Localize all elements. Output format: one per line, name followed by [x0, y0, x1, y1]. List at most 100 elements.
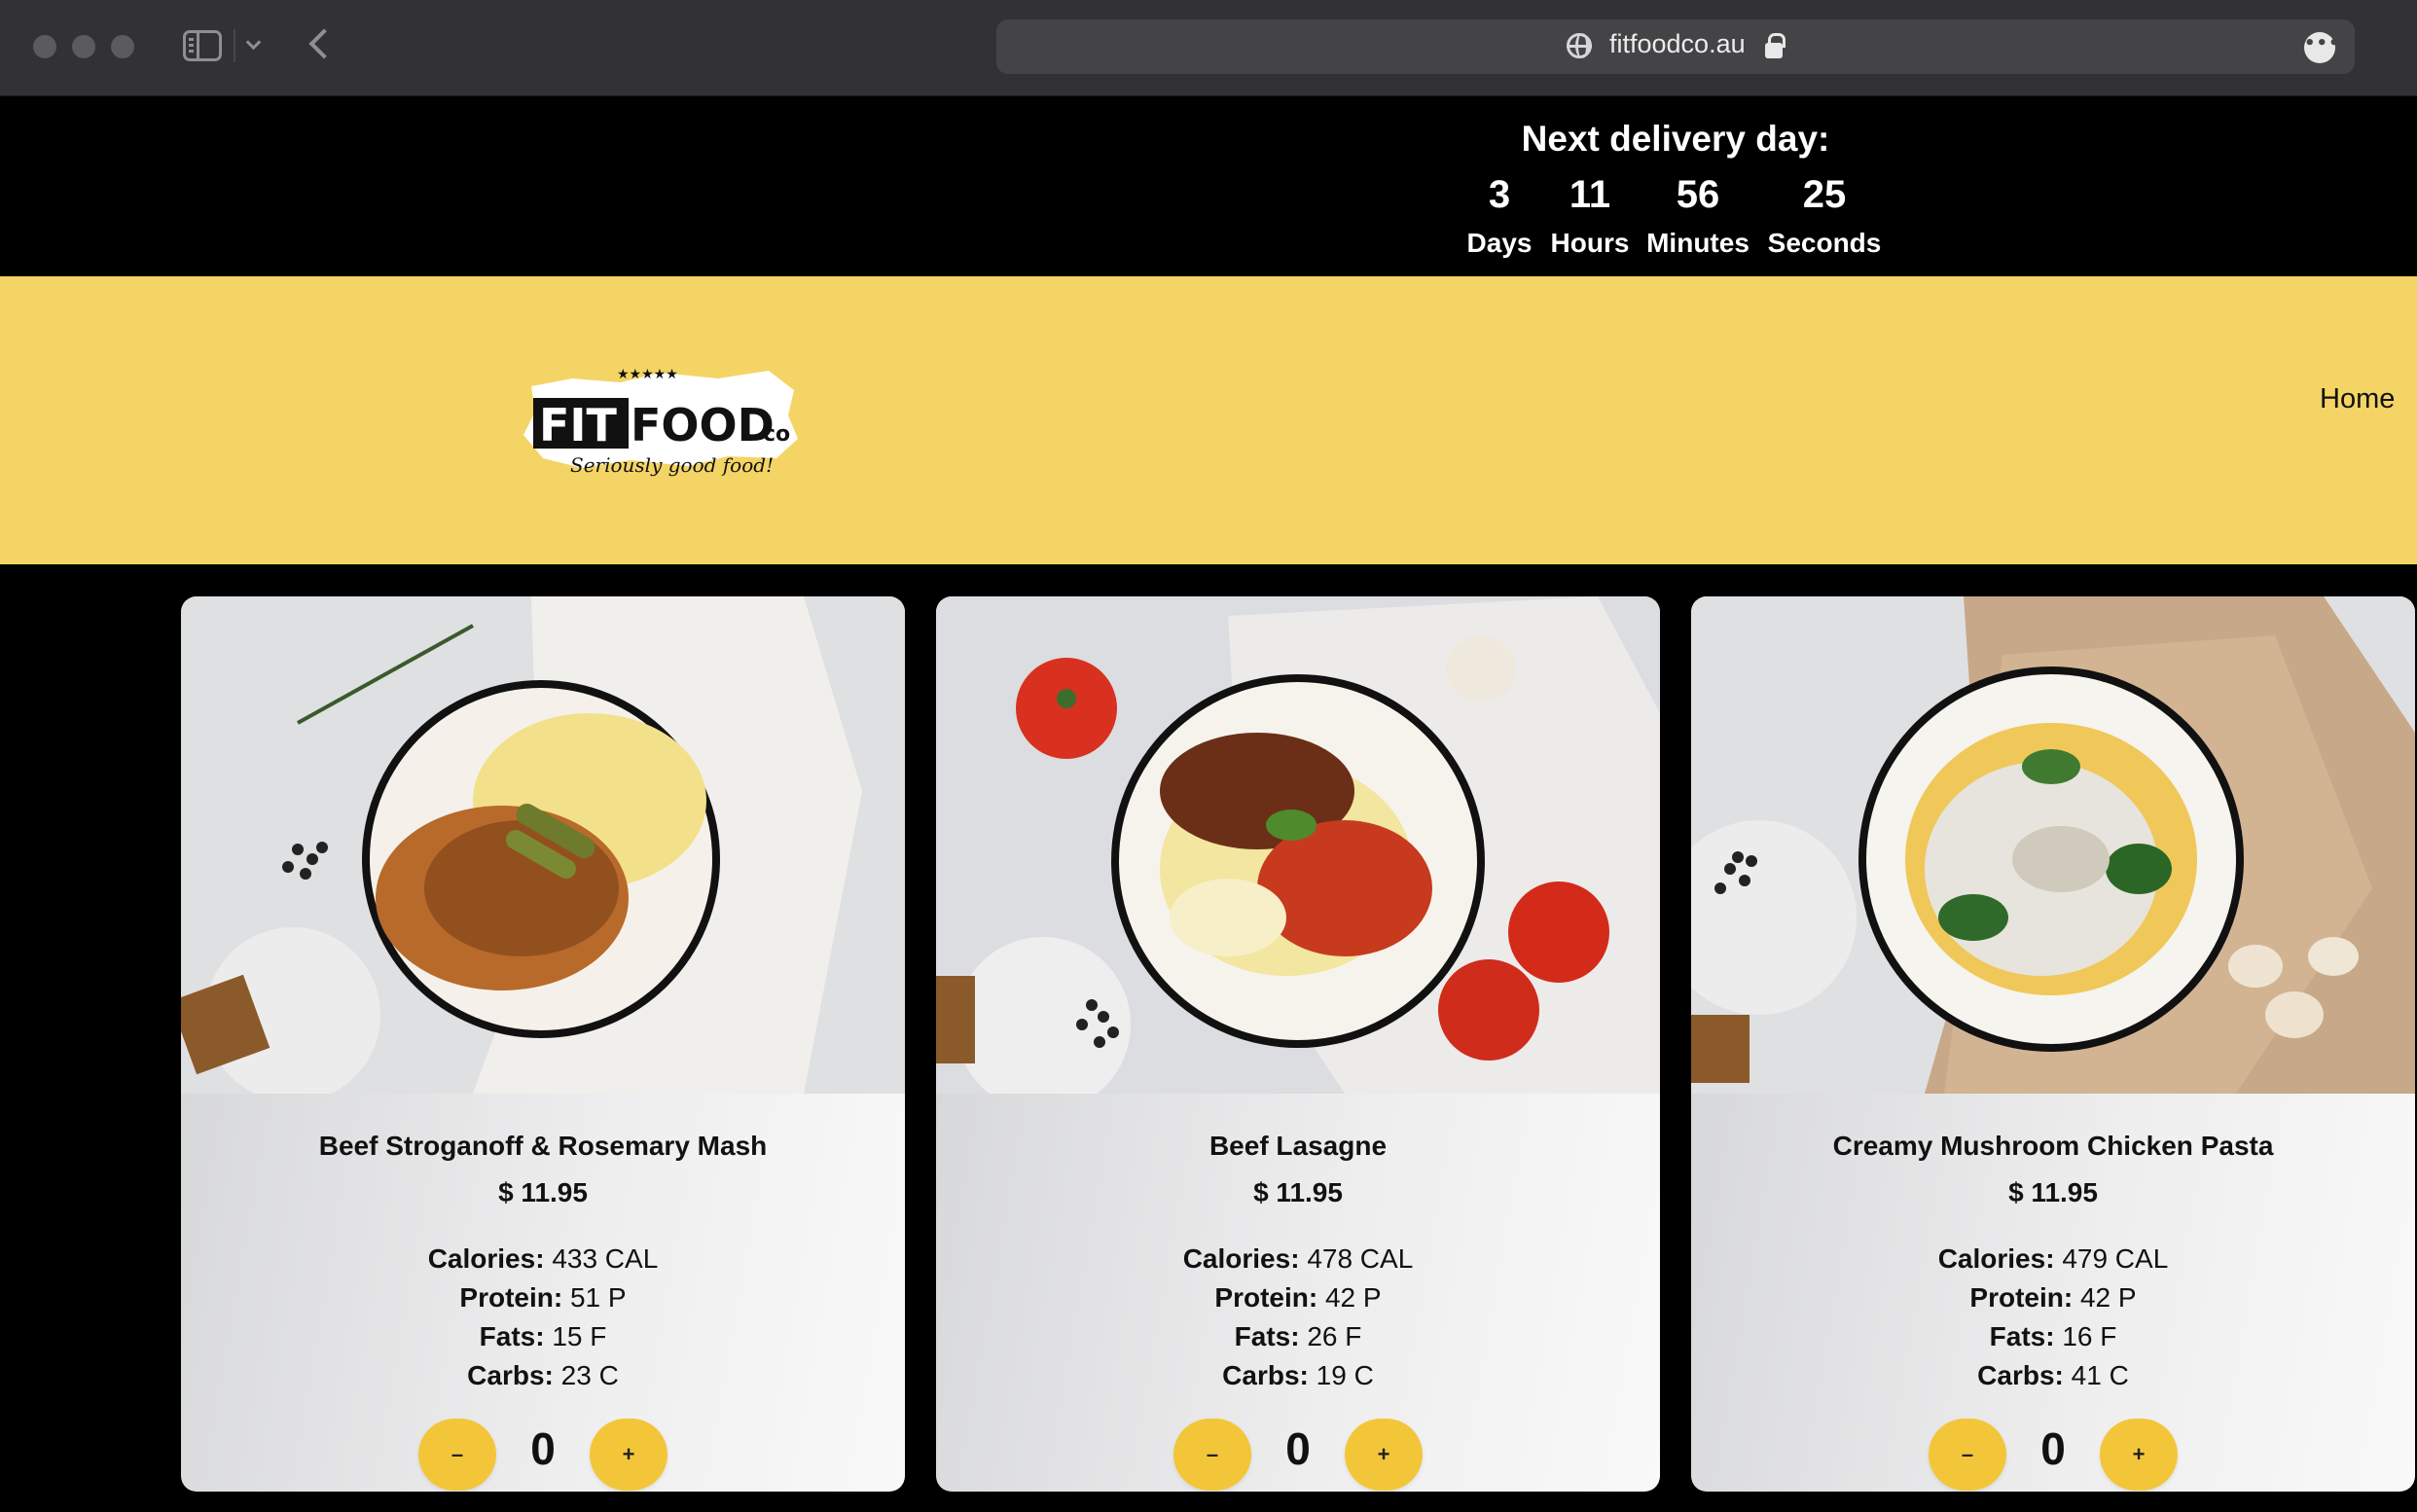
calories-value: 478 CAL [1307, 1243, 1414, 1274]
logo-co-text: co [763, 422, 790, 447]
carbs-label: Carbs: [1222, 1360, 1309, 1390]
fats-label: Fats: [1989, 1321, 2055, 1351]
countdown-minutes-label: Minutes [1646, 228, 1750, 258]
carbs-value: 41 C [2071, 1360, 2129, 1390]
minimize-window-button[interactable] [72, 35, 95, 58]
product-card: Beef Lasagne $ 11.95 Calories: 478 CAL P… [936, 596, 1660, 1492]
protein-label: Protein: [1969, 1282, 2074, 1313]
nutrition-list: Calories: 433 CAL Protein: 51 P Fats: 15… [181, 1240, 905, 1395]
sidebar-toggle-icon[interactable] [183, 30, 222, 61]
protein-row: Protein: 42 P [1691, 1278, 2415, 1317]
countdown-minutes: 56 Minutes [1641, 167, 1755, 263]
fats-value: 26 F [1307, 1321, 1362, 1351]
nutrition-list: Calories: 478 CAL Protein: 42 P Fats: 26… [936, 1240, 1660, 1395]
fats-row: Fats: 16 F [1691, 1317, 2415, 1356]
fats-value: 16 F [2062, 1321, 2117, 1351]
zoom-window-button[interactable] [111, 35, 134, 58]
protein-row: Protein: 51 P [181, 1278, 905, 1317]
countdown-days: 3 Days [1463, 167, 1535, 263]
product-price: $ 11.95 [1253, 1177, 1343, 1207]
calories-row: Calories: 478 CAL [936, 1240, 1660, 1278]
nav-home-link[interactable]: Home [2320, 383, 2395, 415]
countdown-seconds: 25 Seconds [1761, 167, 1888, 263]
product-info: Beef Lasagne $ 11.95 Calories: 478 CAL P… [936, 1094, 1660, 1492]
calories-row: Calories: 479 CAL [1691, 1240, 2415, 1278]
carbs-row: Carbs: 23 C [181, 1356, 905, 1395]
logo-tagline: Seriously good food! [570, 453, 774, 477]
lock-icon [1765, 33, 1786, 58]
globe-icon [1567, 33, 1592, 58]
product-card: Beef Stroganoff & Rosemary Mash $ 11.95 … [181, 596, 905, 1492]
calories-value: 433 CAL [552, 1243, 659, 1274]
product-info: Creamy Mushroom Chicken Pasta $ 11.95 Ca… [1691, 1094, 2415, 1492]
calories-label: Calories: [1937, 1243, 2055, 1274]
calories-label: Calories: [1182, 1243, 1300, 1274]
logo-food-text: FOOD [631, 399, 775, 451]
countdown-minutes-value: 56 [1676, 173, 1720, 216]
countdown-hours-value: 11 [1569, 173, 1611, 216]
fitfoodco-logo[interactable]: ★★★★★ FIT FOOD co Seriously good food! [514, 357, 806, 484]
countdown-days-value: 3 [1488, 173, 1511, 216]
countdown-seconds-label: Seconds [1767, 228, 1882, 258]
toolbar-divider [234, 29, 235, 62]
quantity-stepper: – 0 + [181, 1419, 905, 1491]
calories-label: Calories: [427, 1243, 545, 1274]
product-grid: Beef Stroganoff & Rosemary Mash $ 11.95 … [0, 564, 2417, 1512]
fats-row: Fats: 26 F [936, 1317, 1660, 1356]
nutrition-list: Calories: 479 CAL Protein: 42 P Fats: 16… [1691, 1240, 2415, 1395]
countdown-seconds-value: 25 [1802, 173, 1847, 216]
fats-label: Fats: [1234, 1321, 1300, 1351]
fats-row: Fats: 15 F [181, 1317, 905, 1356]
carbs-row: Carbs: 41 C [1691, 1356, 2415, 1395]
countdown-hours-label: Hours [1550, 228, 1630, 258]
protein-value: 42 P [1324, 1282, 1382, 1313]
countdown-days-label: Days [1466, 228, 1533, 258]
decrease-quantity-button[interactable]: – [1929, 1419, 2006, 1491]
calories-row: Calories: 433 CAL [181, 1240, 905, 1278]
site-header: ★★★★★ FIT FOOD co Seriously good food! H… [0, 276, 2417, 564]
carbs-label: Carbs: [1977, 1360, 2064, 1390]
quantity-value: 0 [2040, 1423, 2066, 1474]
protein-row: Protein: 42 P [936, 1278, 1660, 1317]
product-name: Beef Stroganoff & Rosemary Mash [318, 1131, 768, 1161]
product-photo [936, 596, 1660, 1094]
increase-quantity-button[interactable]: + [590, 1419, 667, 1491]
quantity-stepper: – 0 + [1691, 1419, 2415, 1491]
browser-toolbar: fitfoodco.au ••• [0, 0, 2417, 96]
close-window-button[interactable] [33, 35, 56, 58]
quantity-stepper: – 0 + [936, 1419, 1660, 1491]
chevron-down-icon[interactable] [245, 34, 262, 51]
protein-value: 51 P [569, 1282, 627, 1313]
product-card: Creamy Mushroom Chicken Pasta $ 11.95 Ca… [1691, 596, 2415, 1492]
countdown-title: Next delivery day: [1521, 119, 1830, 159]
protein-value: 42 P [2079, 1282, 2137, 1313]
protein-label: Protein: [459, 1282, 563, 1313]
product-price: $ 11.95 [2008, 1177, 2098, 1207]
product-price: $ 11.95 [498, 1177, 588, 1207]
product-name: Creamy Mushroom Chicken Pasta [1832, 1131, 2274, 1161]
carbs-value: 19 C [1316, 1360, 1374, 1390]
product-photo [181, 596, 905, 1094]
protein-label: Protein: [1214, 1282, 1318, 1313]
decrease-quantity-button[interactable]: – [1173, 1419, 1251, 1491]
fats-label: Fats: [479, 1321, 545, 1351]
product-photo [1691, 596, 2415, 1094]
carbs-value: 23 C [560, 1360, 619, 1390]
address-bar-url[interactable]: fitfoodco.au [1609, 29, 1746, 59]
fats-value: 15 F [552, 1321, 607, 1351]
carbs-label: Carbs: [467, 1360, 554, 1390]
quantity-value: 0 [530, 1423, 556, 1474]
logo-stars: ★★★★★ [617, 367, 678, 382]
product-info: Beef Stroganoff & Rosemary Mash $ 11.95 … [181, 1094, 905, 1492]
quantity-value: 0 [1285, 1423, 1311, 1474]
back-arrow-icon[interactable] [308, 28, 340, 59]
logo-fit-text: FIT [539, 399, 618, 451]
increase-quantity-button[interactable]: + [2100, 1419, 2178, 1491]
decrease-quantity-button[interactable]: – [418, 1419, 496, 1491]
increase-quantity-button[interactable]: + [1345, 1419, 1423, 1491]
product-name: Beef Lasagne [1208, 1131, 1388, 1161]
countdown-hours: 11 Hours [1543, 167, 1637, 263]
calories-value: 479 CAL [2062, 1243, 2169, 1274]
delivery-countdown-bar: Next delivery day: 3 Days 11 Hours 56 Mi… [0, 97, 2417, 276]
more-options-icon[interactable]: ••• [2304, 32, 2340, 63]
